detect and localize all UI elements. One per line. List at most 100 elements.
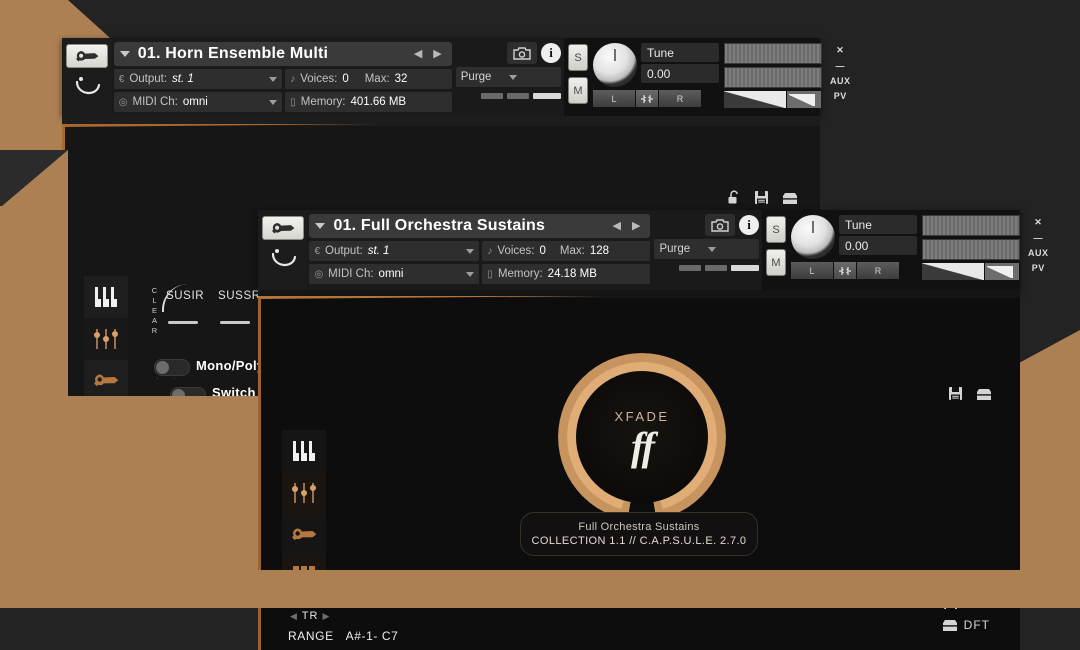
xfade-label: XFADE	[614, 409, 669, 424]
output-selector[interactable]: € Output: st. 1	[114, 69, 282, 89]
minimize-icon[interactable]: —	[1034, 233, 1044, 243]
chevron-down-icon[interactable]	[466, 249, 474, 254]
sidebar-item-keyboard[interactable]	[84, 276, 128, 318]
output-label: Output:	[129, 73, 167, 85]
voices-readout: ♪ Voices: 0 Max: 32	[285, 69, 452, 89]
next-icon[interactable]: ▶	[323, 611, 331, 621]
wrench-icon[interactable]	[262, 216, 304, 240]
save-icon[interactable]	[948, 386, 963, 401]
solo-button[interactable]: S	[568, 44, 588, 71]
tune-label: Tune	[839, 215, 917, 234]
output-value: st. 1	[172, 73, 194, 85]
pan-center-handle[interactable]	[636, 90, 658, 107]
solo-button[interactable]: S	[766, 216, 786, 243]
chevron-down-icon[interactable]	[269, 100, 277, 105]
midi-value: omni	[379, 268, 404, 280]
meter-right	[724, 67, 822, 88]
header-wrench-column	[258, 210, 307, 290]
purge-bar-3	[533, 93, 561, 99]
sidebar-item-faders[interactable]	[84, 318, 128, 360]
purge-label: Purge	[659, 243, 690, 255]
pan-slider[interactable]: L R	[791, 262, 917, 279]
pv-button[interactable]: PV	[1032, 263, 1045, 273]
instrument-name-row[interactable]: 01. Full Orchestra Sustains ◀ ▶	[309, 214, 650, 238]
memory-value: 401.66 MB	[350, 96, 406, 108]
mute-button[interactable]: M	[568, 77, 588, 104]
chevron-down-icon[interactable]	[120, 51, 130, 57]
close-icon[interactable]: ✕	[836, 45, 844, 56]
midi-icon: ◎	[119, 97, 128, 108]
volume-minus[interactable]	[724, 91, 786, 108]
info-icon[interactable]: i	[739, 215, 759, 235]
meter-left	[724, 43, 822, 64]
max-label: Max:	[365, 73, 390, 85]
wrench-icon[interactable]	[66, 44, 108, 68]
xfade-knob[interactable]: XFADE ff	[558, 353, 726, 521]
sidebar-item-faders[interactable]	[282, 472, 326, 514]
instrument-header: 01. Full Orchestra Sustains ◀ ▶ € Output…	[258, 210, 1020, 290]
output-selector[interactable]: € Output: st. 1	[309, 241, 479, 261]
smiley-icon	[72, 75, 102, 101]
aux-button[interactable]: AUX	[1028, 248, 1049, 258]
midi-channel-selector[interactable]: ◎ MIDI Ch: omni	[309, 264, 479, 284]
camera-icon[interactable]	[507, 42, 537, 64]
chevron-down-icon[interactable]	[466, 272, 474, 277]
info-icon[interactable]: i	[541, 43, 561, 63]
pan-slider[interactable]: L R	[593, 90, 719, 107]
folder-icon[interactable]	[976, 387, 992, 401]
folder-icon[interactable]	[782, 191, 798, 205]
instrument-name-row[interactable]: 01. Horn Ensemble Multi ◀ ▶	[114, 42, 452, 66]
dft-folder-row[interactable]: DFT	[942, 618, 990, 632]
save-icon[interactable]	[754, 190, 769, 205]
purge-meter	[654, 262, 759, 271]
purge-bar-3	[731, 265, 759, 271]
minimize-icon[interactable]: —	[836, 61, 846, 71]
volume-handle[interactable]	[985, 263, 1019, 280]
preset-nav[interactable]: ◀ ▶	[613, 221, 645, 232]
next-preset-icon[interactable]: ▶	[433, 49, 441, 60]
close-icon[interactable]: ✕	[1034, 217, 1042, 228]
meter-left	[922, 215, 1020, 236]
header-right-column: ✕ — AUX PV	[827, 43, 854, 101]
volume-handle[interactable]	[787, 91, 821, 108]
voices-value: 0	[342, 73, 348, 85]
volume-slider[interactable]	[922, 263, 1020, 280]
max-label: Max:	[560, 245, 585, 257]
camera-icon[interactable]	[705, 214, 735, 236]
midi-channel-selector[interactable]: ◎ MIDI Ch: omni	[114, 92, 282, 112]
clear-label[interactable]: CLEAR	[150, 286, 158, 336]
purge-selector[interactable]: Purge	[456, 67, 561, 87]
tune-knob[interactable]	[791, 215, 835, 259]
lock-icon[interactable]	[727, 190, 741, 205]
sidebar-item-wrench[interactable]	[282, 514, 326, 556]
chevron-down-icon[interactable]	[708, 247, 716, 252]
instrument-name: 01. Full Orchestra Sustains	[333, 217, 612, 235]
folder-icon[interactable]	[942, 618, 958, 632]
memory-icon: ▯	[290, 97, 296, 108]
preset-nav[interactable]: ◀ ▶	[414, 49, 446, 60]
pan-right-label: R	[857, 262, 899, 279]
tune-knob[interactable]	[593, 43, 637, 87]
volume-slider[interactable]	[724, 91, 822, 108]
next-preset-icon[interactable]: ▶	[632, 221, 640, 232]
pv-button[interactable]: PV	[834, 91, 847, 101]
patch-info-line2: COLLECTION 1.1 // C.A.P.S.U.L.E. 2.7.0	[532, 535, 747, 547]
chevron-down-icon[interactable]	[269, 77, 277, 82]
prev-icon[interactable]: ◀	[290, 611, 298, 621]
chevron-down-icon[interactable]	[315, 223, 325, 229]
header-main: 01. Horn Ensemble Multi ◀ ▶ € Output: st…	[112, 38, 454, 116]
aux-button[interactable]: AUX	[830, 76, 851, 86]
mute-button[interactable]: M	[766, 249, 786, 276]
solo-mute-column: S M	[766, 215, 786, 276]
prev-preset-icon[interactable]: ◀	[613, 221, 621, 232]
volume-minus[interactable]	[922, 263, 984, 280]
sidebar-item-keyboard[interactable]	[282, 430, 326, 472]
purge-selector[interactable]: Purge	[654, 239, 759, 259]
tr-selector[interactable]: ◀ TR ▶	[290, 610, 330, 622]
prev-preset-icon[interactable]: ◀	[414, 49, 422, 60]
tune-value[interactable]: 0.00	[641, 64, 719, 83]
meter-right	[922, 239, 1020, 260]
tune-value[interactable]: 0.00	[839, 236, 917, 255]
chevron-down-icon[interactable]	[509, 75, 517, 80]
pan-center-handle[interactable]	[834, 262, 856, 279]
